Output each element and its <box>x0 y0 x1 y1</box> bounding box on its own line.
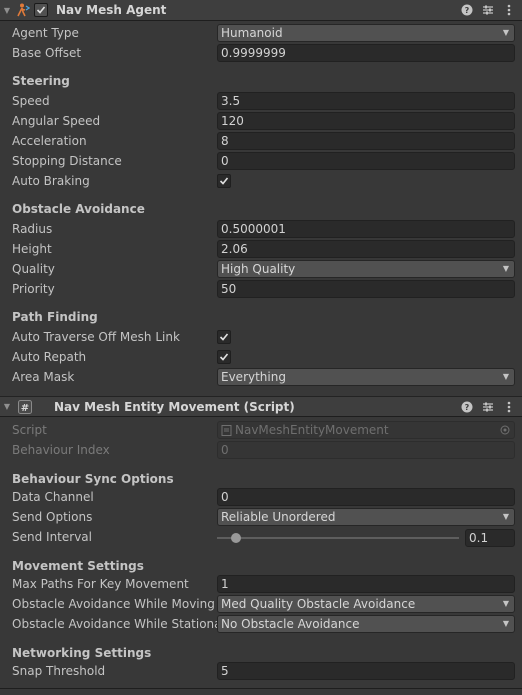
acceleration-label: Acceleration <box>12 134 87 148</box>
svg-text:?: ? <box>465 403 470 412</box>
quality-value: High Quality <box>221 262 296 276</box>
auto-repath-label: Auto Repath <box>12 350 87 364</box>
speed-label: Speed <box>12 94 50 108</box>
movement-settings-section-header: Movement Settings <box>12 559 144 573</box>
behaviour-index-label: Behaviour Index <box>12 443 110 457</box>
snap-threshold-field[interactable]: 5 <box>217 662 515 680</box>
send-options-label: Send Options <box>12 510 93 524</box>
data-channel-label: Data Channel <box>12 490 94 504</box>
send-options-dropdown[interactable]: Reliable Unordered ▼ <box>217 508 515 526</box>
component-enable-checkbox[interactable] <box>34 3 48 17</box>
bottom-divider <box>0 688 522 689</box>
base-offset-field[interactable]: 0.9999999 <box>217 44 515 62</box>
obstacle-avoidance-section-header: Obstacle Avoidance <box>12 202 145 216</box>
foldout-arrow-icon[interactable]: ▼ <box>0 0 14 21</box>
auto-repath-row: Auto Repath <box>12 347 516 367</box>
sync-options-section-header: Behaviour Sync Options <box>12 472 174 486</box>
max-paths-label: Max Paths For Key Movement <box>12 577 189 591</box>
max-paths-field[interactable]: 1 <box>217 575 515 593</box>
stopping-distance-label: Stopping Distance <box>12 154 122 168</box>
script-file-icon <box>221 424 232 436</box>
speed-field[interactable]: 3.5 <box>217 92 515 110</box>
avoid-stationary-label: Obstacle Avoidance While Stationar <box>12 617 217 631</box>
priority-field[interactable]: 50 <box>217 280 515 298</box>
avoid-moving-label: Obstacle Avoidance While Moving <box>12 597 215 611</box>
presets-icon[interactable] <box>481 2 495 18</box>
behaviour-index-field: 0 <box>217 441 515 459</box>
dropdown-arrow-icon: ▼ <box>502 599 509 608</box>
networking-settings-section-header: Networking Settings <box>12 646 152 660</box>
object-picker-icon <box>500 425 510 435</box>
steering-section-header: Steering <box>12 74 70 88</box>
radius-label: Radius <box>12 222 53 236</box>
path-finding-section-header: Path Finding <box>12 310 98 324</box>
priority-label: Priority <box>12 282 55 296</box>
script-value: NavMeshEntityMovement <box>235 423 389 437</box>
auto-traverse-checkbox[interactable] <box>217 330 231 344</box>
auto-traverse-label: Auto Traverse Off Mesh Link <box>12 330 180 344</box>
avoid-stationary-value: No Obstacle Avoidance <box>221 617 360 631</box>
avoid-stationary-dropdown[interactable]: No Obstacle Avoidance ▼ <box>217 615 515 633</box>
foldout-arrow-icon[interactable]: ▼ <box>0 396 14 417</box>
svg-text:#: # <box>21 403 29 414</box>
script-field: NavMeshEntityMovement <box>217 421 515 439</box>
help-icon[interactable]: ? <box>460 2 474 18</box>
agent-type-label: Agent Type <box>12 26 79 40</box>
auto-repath-checkbox[interactable] <box>217 350 231 364</box>
avoid-moving-value: Med Quality Obstacle Avoidance <box>221 597 416 611</box>
agent-type-dropdown[interactable]: Humanoid ▼ <box>217 24 515 42</box>
send-interval-slider-thumb[interactable] <box>230 533 241 543</box>
svg-text:?: ? <box>465 6 470 15</box>
send-options-value: Reliable Unordered <box>221 510 336 524</box>
snap-threshold-label: Snap Threshold <box>12 664 106 678</box>
more-options-icon[interactable] <box>502 399 516 415</box>
help-icon[interactable]: ? <box>460 399 474 415</box>
quality-dropdown[interactable]: High Quality ▼ <box>217 260 515 278</box>
area-mask-dropdown[interactable]: Everything ▼ <box>217 368 515 386</box>
send-interval-field[interactable]: 0.1 <box>465 529 515 547</box>
data-channel-field[interactable]: 0 <box>217 488 515 506</box>
component-title: Nav Mesh Entity Movement (Script) <box>54 399 295 414</box>
more-options-icon[interactable] <box>502 2 516 18</box>
height-field[interactable]: 2.06 <box>217 240 515 258</box>
acceleration-field[interactable]: 8 <box>217 132 515 150</box>
height-label: Height <box>12 242 52 256</box>
send-interval-slider-track[interactable] <box>217 537 459 539</box>
dropdown-arrow-icon: ▼ <box>502 28 509 37</box>
nav-mesh-agent-icon <box>14 2 32 18</box>
component-title: Nav Mesh Agent <box>56 3 167 17</box>
auto-braking-checkbox[interactable] <box>217 174 231 188</box>
angular-speed-label: Angular Speed <box>12 114 101 128</box>
auto-traverse-row: Auto Traverse Off Mesh Link <box>12 327 516 347</box>
dropdown-arrow-icon: ▼ <box>502 264 509 273</box>
script-label: Script <box>12 423 47 437</box>
base-offset-label: Base Offset <box>12 46 82 60</box>
stopping-distance-field[interactable]: 0 <box>217 152 515 170</box>
script-icon: # <box>16 399 34 415</box>
auto-braking-label: Auto Braking <box>12 174 90 188</box>
auto-braking-row: Auto Braking <box>12 171 516 191</box>
dropdown-arrow-icon: ▼ <box>502 372 509 381</box>
agent-type-value: Humanoid <box>221 26 283 40</box>
nav-mesh-agent-header[interactable]: ▼ Nav Mesh Agent ? <box>0 0 522 21</box>
quality-label: Quality <box>12 262 55 276</box>
avoid-moving-dropdown[interactable]: Med Quality Obstacle Avoidance ▼ <box>217 595 515 613</box>
dropdown-arrow-icon: ▼ <box>502 512 509 521</box>
angular-speed-field[interactable]: 120 <box>217 112 515 130</box>
dropdown-arrow-icon: ▼ <box>502 619 509 628</box>
entity-movement-header[interactable]: ▼ # Nav Mesh Entity Movement (Script) ? <box>0 396 522 417</box>
presets-icon[interactable] <box>481 399 495 415</box>
area-mask-value: Everything <box>221 370 286 384</box>
radius-field[interactable]: 0.5000001 <box>217 220 515 238</box>
area-mask-label: Area Mask <box>12 370 75 384</box>
